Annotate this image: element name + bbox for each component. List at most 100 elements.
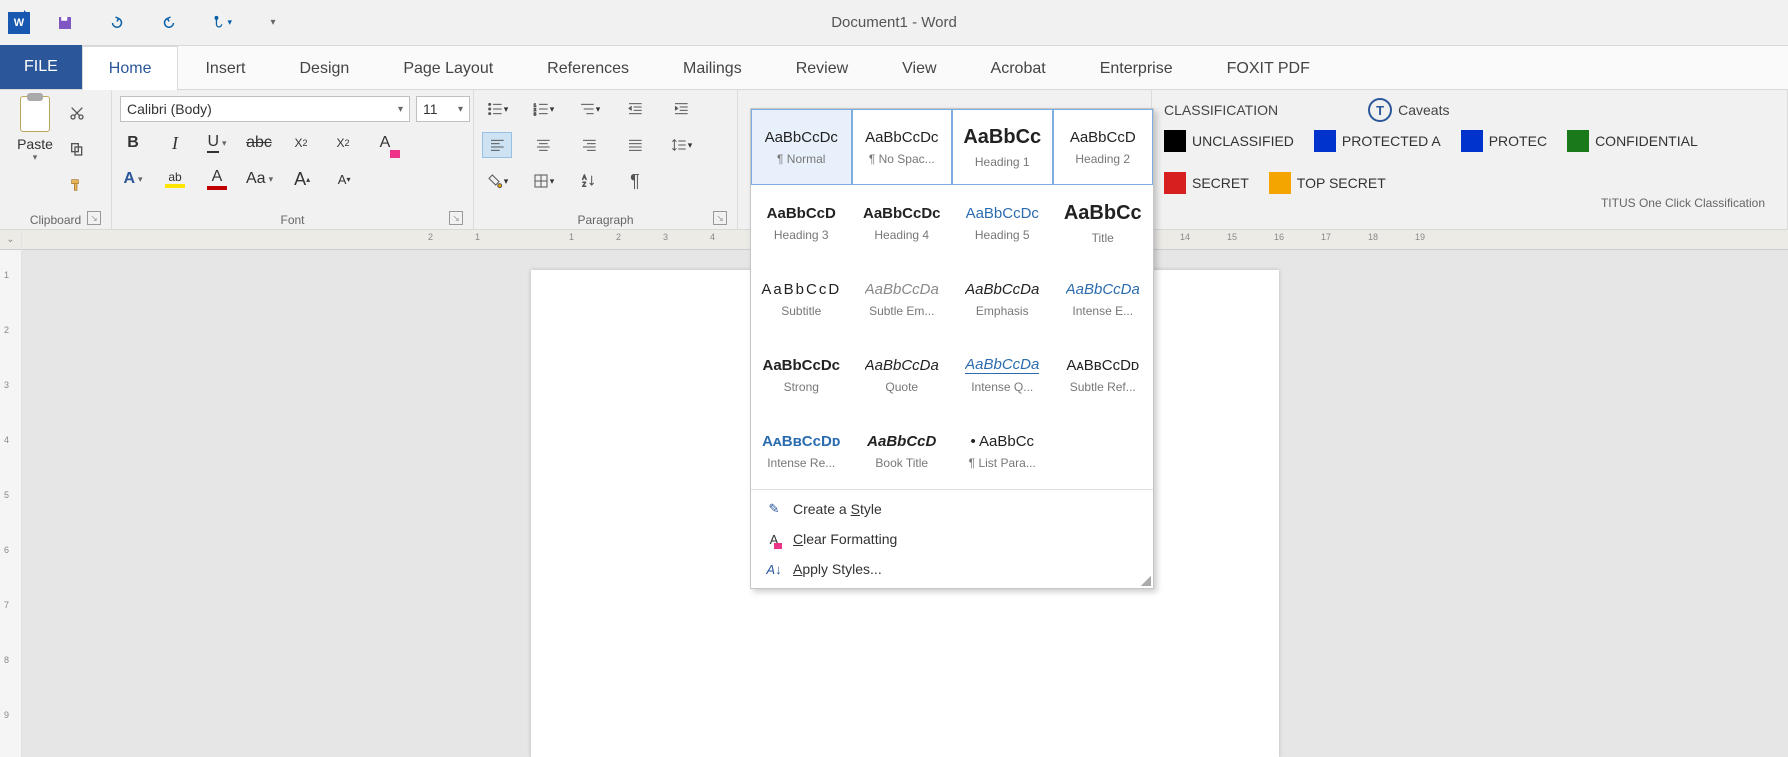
grow-font-button[interactable]: A▴ bbox=[289, 166, 315, 192]
style-heading-5[interactable]: AaBbCcDcHeading 5 bbox=[952, 185, 1053, 261]
classification-swatch bbox=[1164, 172, 1186, 194]
font-color-button[interactable]: A bbox=[204, 166, 230, 192]
cut-button[interactable] bbox=[66, 102, 88, 124]
decrease-indent-button[interactable] bbox=[620, 96, 650, 122]
save-button[interactable] bbox=[54, 12, 76, 34]
style-intense-q-[interactable]: AaBbCcDaIntense Q... bbox=[952, 337, 1053, 413]
bullets-button[interactable]: ▾ bbox=[482, 96, 512, 122]
tab-insert[interactable]: Insert bbox=[178, 46, 272, 90]
style-heading-2[interactable]: AaBbCcDHeading 2 bbox=[1053, 109, 1154, 185]
align-right-button[interactable] bbox=[574, 132, 604, 158]
style-title[interactable]: AaBbCcTitle bbox=[1053, 185, 1154, 261]
style-preview: AaBbCcDc bbox=[966, 205, 1039, 222]
style-strong[interactable]: AaBbCcDcStrong bbox=[751, 337, 852, 413]
classification-swatch bbox=[1164, 130, 1186, 152]
tab-enterprise[interactable]: Enterprise bbox=[1073, 46, 1200, 90]
bold-button[interactable]: B bbox=[120, 130, 146, 156]
strikethrough-button[interactable]: abc bbox=[246, 130, 272, 156]
style-preview: AaBbCcD bbox=[867, 433, 936, 450]
text-effects-button[interactable]: A▾ bbox=[120, 166, 146, 192]
style-emphasis[interactable]: AaBbCcDaEmphasis bbox=[952, 261, 1053, 337]
style-quote[interactable]: AaBbCcDa Quote bbox=[852, 337, 953, 413]
font-name-dropdown-icon[interactable]: ▾ bbox=[398, 104, 403, 115]
style-intense-re-[interactable]: AᴀBʙCᴄDᴅIntense Re... bbox=[751, 413, 852, 489]
borders-button[interactable]: ▾ bbox=[528, 168, 558, 194]
justify-button[interactable] bbox=[620, 132, 650, 158]
style-heading-4[interactable]: AaBbCcDcHeading 4 bbox=[852, 185, 953, 261]
classification-protec[interactable]: PROTEC bbox=[1461, 130, 1547, 152]
tab-acrobat[interactable]: Acrobat bbox=[964, 46, 1073, 90]
undo-button[interactable] bbox=[106, 12, 128, 34]
style--normal[interactable]: AaBbCcDc¶ Normal bbox=[751, 109, 852, 185]
style-intense-e-[interactable]: AaBbCcDaIntense E... bbox=[1053, 261, 1154, 337]
style-subtitle[interactable]: AaBbCcDSubtitle bbox=[751, 261, 852, 337]
style-name: Heading 2 bbox=[1075, 152, 1130, 166]
font-dialog-launcher[interactable]: ↘ bbox=[449, 211, 463, 225]
increase-indent-button[interactable] bbox=[666, 96, 696, 122]
show-hide-marks-button[interactable]: ¶ bbox=[620, 168, 650, 194]
style-name: Emphasis bbox=[976, 304, 1029, 318]
tab-view[interactable]: View bbox=[875, 46, 963, 90]
line-spacing-button[interactable]: ▾ bbox=[666, 132, 696, 158]
classification-swatch bbox=[1567, 130, 1589, 152]
clipboard-dialog-launcher[interactable]: ↘ bbox=[87, 211, 101, 225]
change-case-button[interactable]: Aa▾ bbox=[246, 166, 273, 192]
shrink-font-button[interactable]: A▾ bbox=[331, 166, 357, 192]
tab-home[interactable]: Home bbox=[82, 46, 179, 90]
style-preview: AaBbCcDa bbox=[865, 357, 939, 374]
tab-review[interactable]: Review bbox=[769, 46, 875, 90]
ribbon-tabstrip: FILE Home Insert Design Page Layout Refe… bbox=[0, 46, 1788, 90]
numbering-button[interactable]: 123▾ bbox=[528, 96, 558, 122]
superscript-button[interactable]: X2 bbox=[330, 130, 356, 156]
apply-styles-command[interactable]: A↓ Apply Styles... bbox=[751, 554, 1153, 584]
classification-label: UNCLASSIFIED bbox=[1192, 133, 1294, 149]
italic-button[interactable]: I bbox=[162, 130, 188, 156]
tab-page-layout[interactable]: Page Layout bbox=[376, 46, 520, 90]
tab-foxit-pdf[interactable]: FOXIT PDF bbox=[1200, 46, 1337, 90]
copy-button[interactable] bbox=[66, 138, 88, 160]
align-left-button[interactable] bbox=[482, 132, 512, 158]
underline-button[interactable]: U▾ bbox=[204, 130, 230, 156]
style-preview: AaBbCc bbox=[1064, 202, 1142, 225]
style--no-spac-[interactable]: AaBbCcDc¶ No Spac... bbox=[852, 109, 953, 185]
classification-secret[interactable]: SECRET bbox=[1164, 172, 1249, 194]
multilevel-list-button[interactable]: ▾ bbox=[574, 96, 604, 122]
font-size-combo[interactable]: 11 ▾ bbox=[416, 96, 470, 122]
style-book-title[interactable]: AaBbCcDBook Title bbox=[852, 413, 953, 489]
style-name: Heading 1 bbox=[975, 155, 1030, 169]
paste-button[interactable]: Paste ▾ bbox=[8, 96, 62, 163]
style-name: Quote bbox=[885, 380, 918, 394]
classification-protected-a[interactable]: PROTECTED A bbox=[1314, 130, 1441, 152]
classification-unclassified[interactable]: UNCLASSIFIED bbox=[1164, 130, 1294, 152]
style-preview: AaBbCcDc bbox=[762, 357, 840, 374]
create-style-command[interactable]: ✎ Create a Style bbox=[751, 494, 1153, 524]
paragraph-dialog-launcher[interactable]: ↘ bbox=[713, 211, 727, 225]
style-heading-1[interactable]: AaBbCcHeading 1 bbox=[952, 109, 1053, 185]
format-painter-button[interactable] bbox=[66, 174, 88, 196]
qat-customize-button[interactable]: ▾ bbox=[262, 12, 284, 34]
shading-button[interactable]: ▾ bbox=[482, 168, 512, 194]
touch-mode-button[interactable]: ▾ bbox=[210, 12, 232, 34]
font-name-combo[interactable]: Calibri (Body) ▾ bbox=[120, 96, 410, 122]
style-subtle-em-[interactable]: AaBbCcDaSubtle Em... bbox=[852, 261, 953, 337]
font-size-dropdown-icon[interactable]: ▾ bbox=[458, 104, 463, 115]
classification-top-secret[interactable]: TOP SECRET bbox=[1269, 172, 1386, 194]
highlight-button[interactable]: ab bbox=[162, 166, 188, 192]
style-subtle-ref-[interactable]: AᴀBʙCᴄDᴅSubtle Ref... bbox=[1053, 337, 1154, 413]
ruler-corner: ⌄ bbox=[0, 230, 21, 250]
tab-references[interactable]: References bbox=[520, 46, 656, 90]
classification-confidential[interactable]: CONFIDENTIAL bbox=[1567, 130, 1698, 152]
clear-formatting-command[interactable]: A Clear Formatting bbox=[751, 524, 1153, 554]
clipboard-group-label: Clipboard ↘ bbox=[8, 211, 103, 227]
align-center-button[interactable] bbox=[528, 132, 558, 158]
subscript-button[interactable]: X2 bbox=[288, 130, 314, 156]
resize-grip-icon[interactable] bbox=[1141, 576, 1151, 586]
sort-button[interactable]: AZ bbox=[574, 168, 604, 194]
clear-formatting-button[interactable]: A bbox=[372, 130, 398, 156]
tab-file[interactable]: FILE bbox=[0, 45, 82, 89]
tab-mailings[interactable]: Mailings bbox=[656, 46, 769, 90]
redo-button[interactable] bbox=[158, 12, 180, 34]
style-heading-3[interactable]: AaBbCcDHeading 3 bbox=[751, 185, 852, 261]
style--list-para-[interactable]: • AaBbCc¶ List Para... bbox=[952, 413, 1053, 489]
tab-design[interactable]: Design bbox=[273, 46, 377, 90]
